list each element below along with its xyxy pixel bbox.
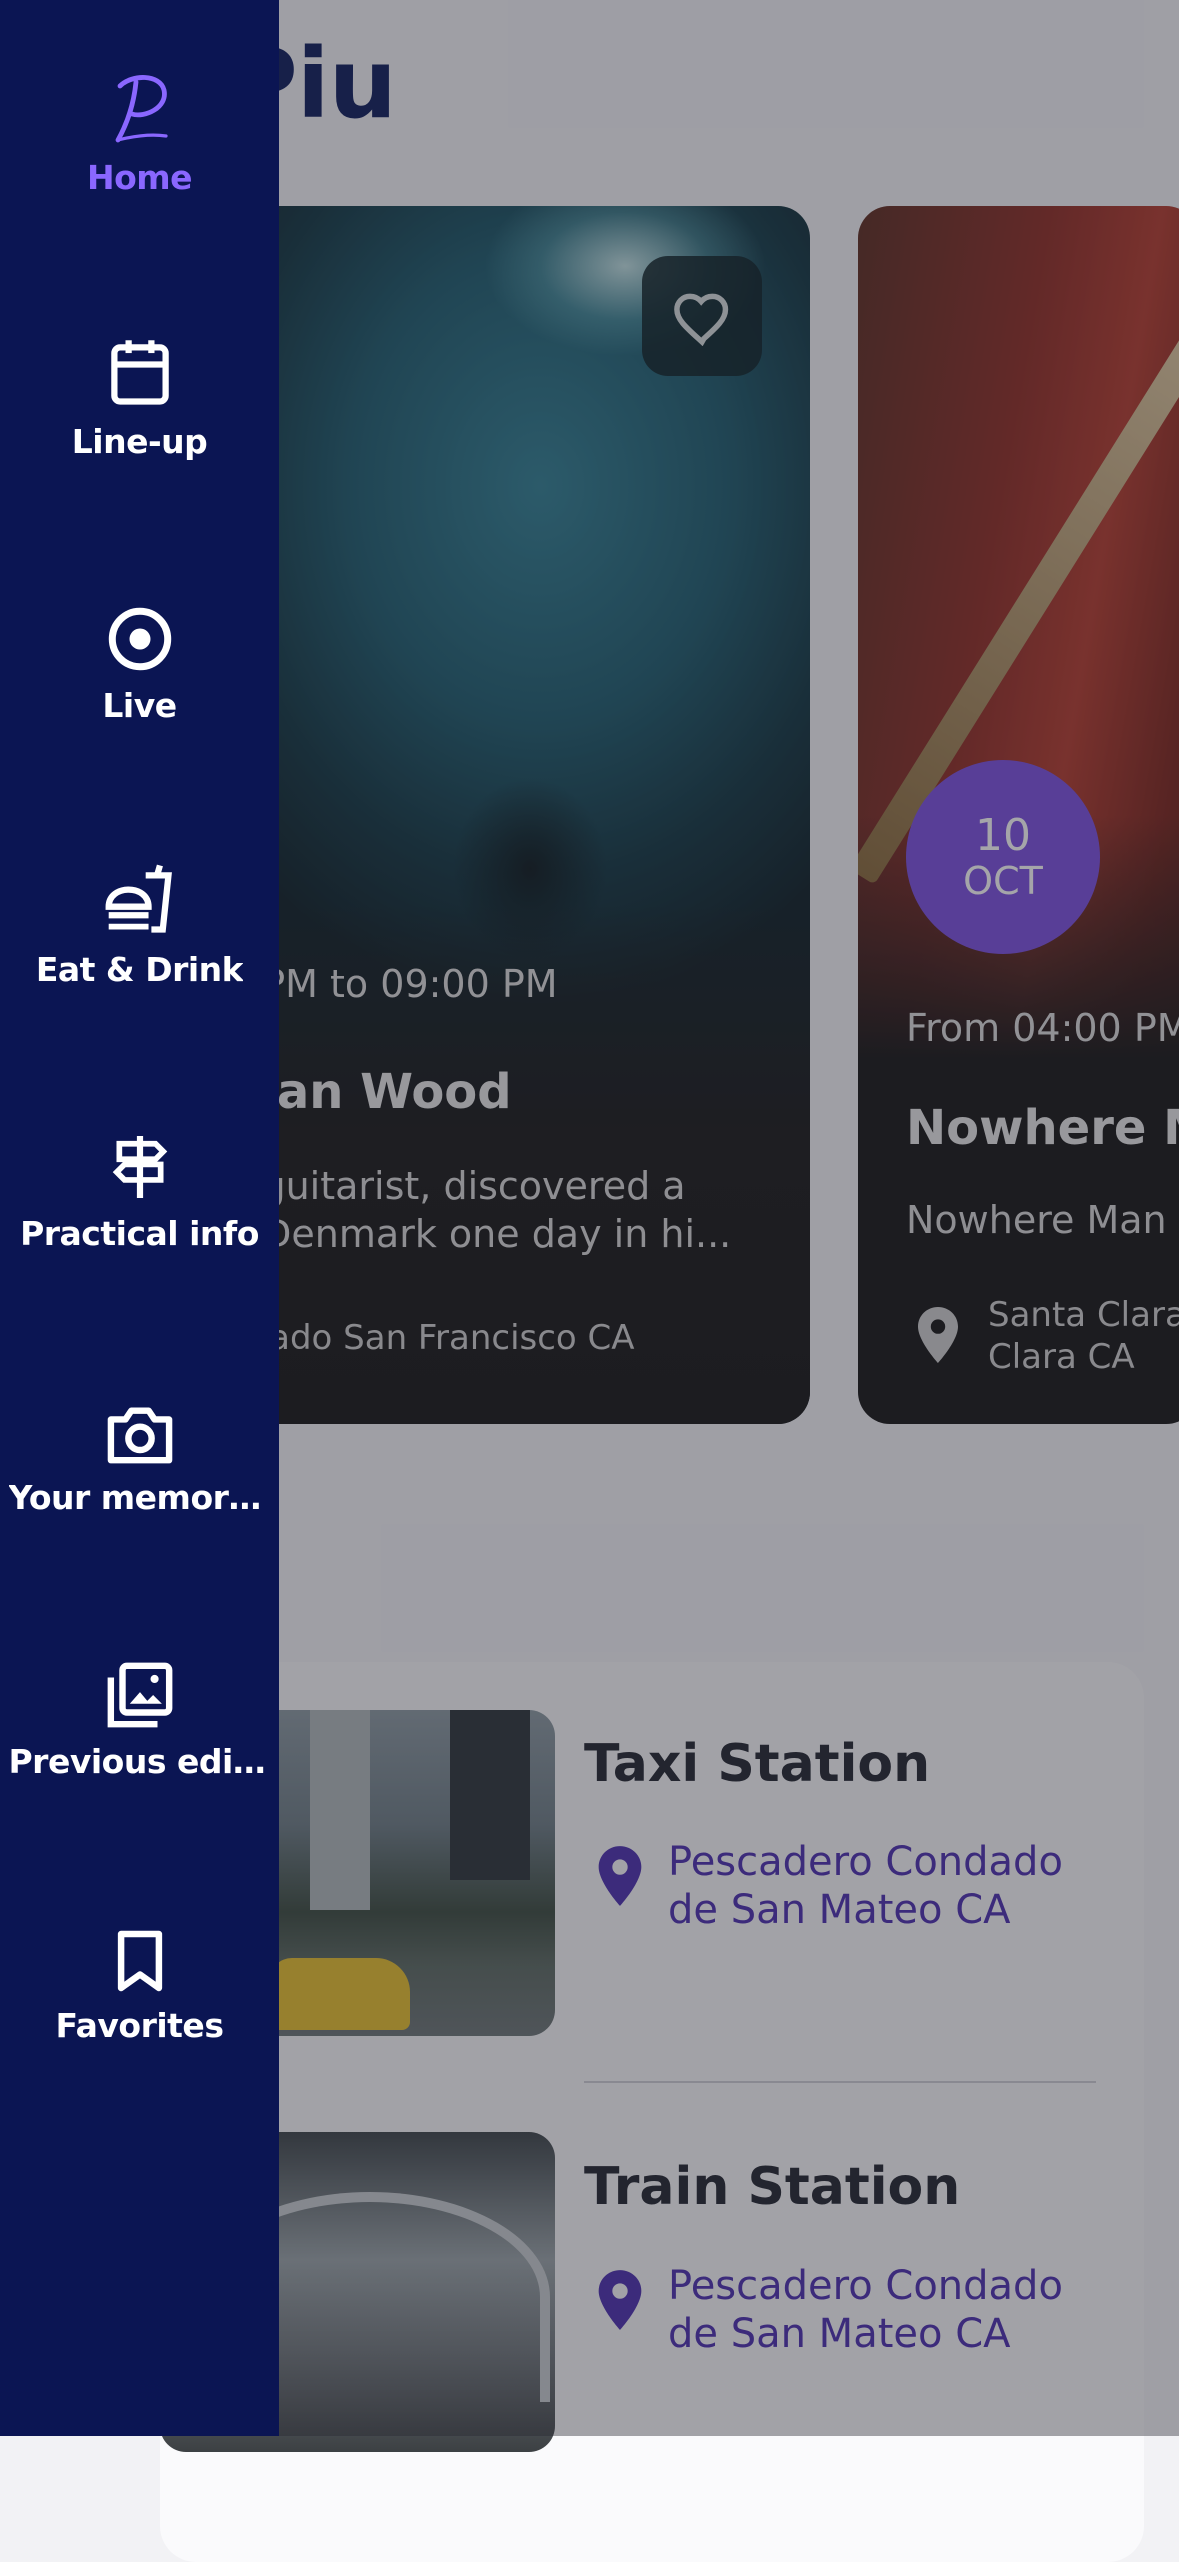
- nav-item-live[interactable]: Live: [0, 588, 279, 768]
- photo-library-icon: [107, 1662, 172, 1728]
- nav-item-your-memories[interactable]: Your memories: [0, 1380, 279, 1560]
- nav-item-previous-editions[interactable]: Previous editions: [0, 1644, 279, 1824]
- camera-icon: [107, 1407, 172, 1464]
- calendar-icon: [110, 340, 169, 405]
- signpost-icon: [112, 1136, 167, 1198]
- nav-label: Line-up: [71, 422, 208, 461]
- nav-label: Previous editions: [8, 1742, 271, 1781]
- nav-item-line-up[interactable]: Line-up: [0, 324, 279, 504]
- nav-label: Live: [102, 686, 177, 725]
- p-logo-icon: [115, 75, 168, 143]
- nav-label: Eat & Drink: [35, 950, 244, 989]
- bookmark-icon: [117, 1930, 162, 1992]
- nav-item-home[interactable]: Home: [0, 60, 279, 240]
- record-icon: [108, 607, 171, 671]
- nav-label: Practical info: [20, 1214, 259, 1253]
- nav-label: Favorites: [55, 2006, 224, 2045]
- nav-label: Home: [86, 158, 193, 197]
- nav-item-favorites[interactable]: Favorites: [0, 1908, 279, 2088]
- nav-item-eat-drink[interactable]: Eat & Drink: [0, 852, 279, 1032]
- navigation-drawer: Home Line-up Live Eat & Drink Practical …: [0, 0, 279, 2436]
- fastfood-icon: [105, 864, 172, 933]
- nav-item-practical-info[interactable]: Practical info: [0, 1116, 279, 1296]
- nav-label: Your memories: [8, 1478, 271, 1517]
